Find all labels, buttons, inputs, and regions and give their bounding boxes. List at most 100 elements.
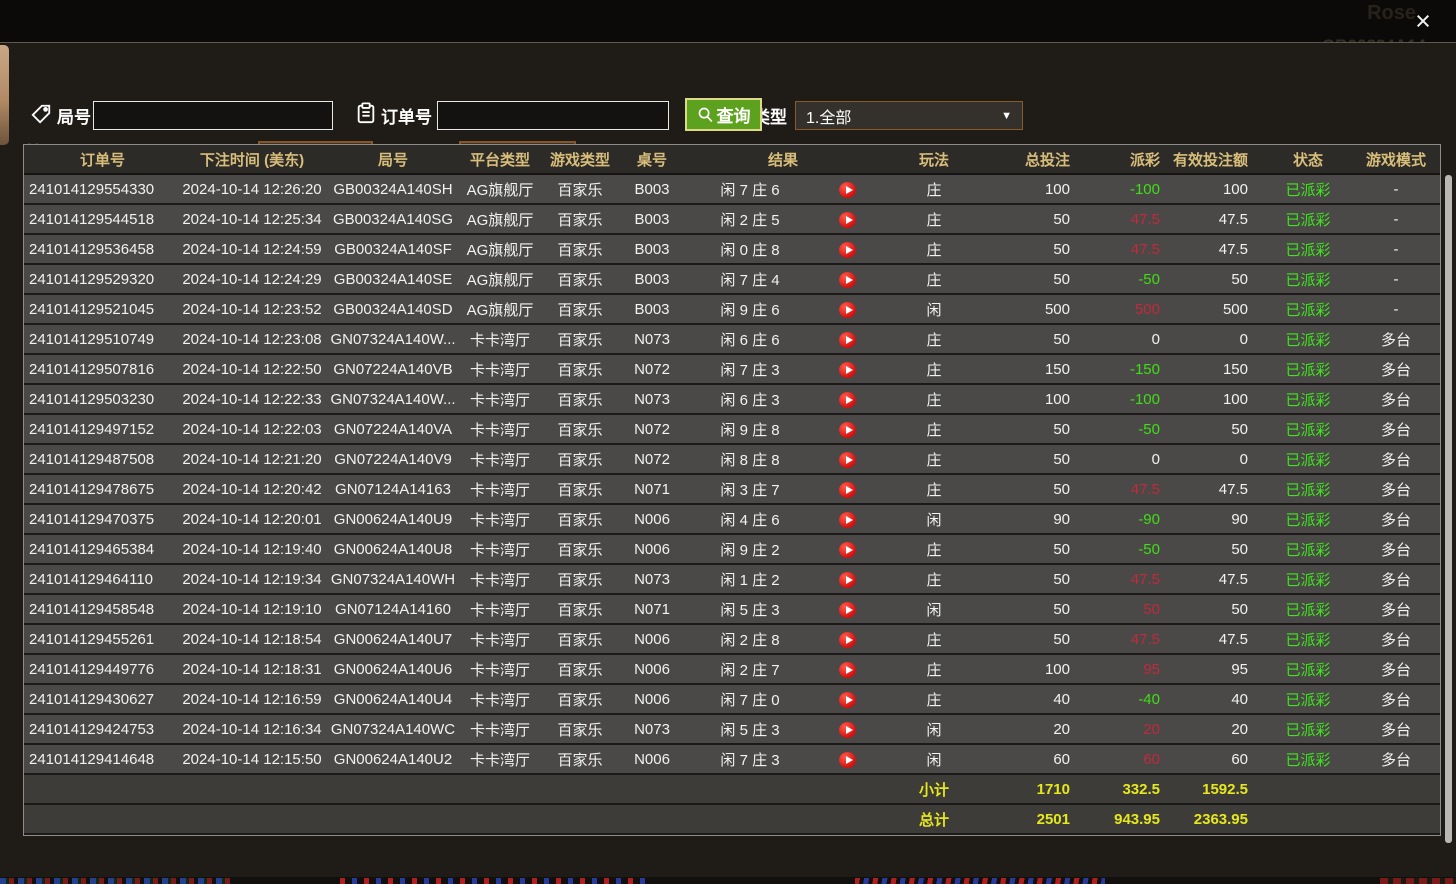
- play-video-icon[interactable]: [839, 602, 856, 618]
- play-video-icon[interactable]: [839, 242, 856, 258]
- cell-order-no: 241014129458548: [24, 601, 176, 618]
- cell-game-mode: 多台: [1350, 629, 1442, 650]
- cell-bet-method: 闲: [880, 599, 988, 620]
- play-video-icon[interactable]: [839, 572, 856, 588]
- subtotal-label: 小计: [880, 779, 988, 800]
- play-video-icon[interactable]: [839, 722, 856, 738]
- cell-game-type: 百家乐: [542, 239, 618, 260]
- play-video-icon[interactable]: [839, 632, 856, 648]
- cell-valid-bet: 50: [1166, 541, 1266, 558]
- play-video-icon[interactable]: [839, 482, 856, 498]
- play-video-icon[interactable]: [839, 512, 856, 528]
- backdrop-left-tab: [0, 45, 9, 145]
- cell-payout: 0: [1086, 331, 1166, 348]
- play-video-icon[interactable]: [839, 182, 856, 198]
- cell-platform: 卡卡湾厅: [458, 329, 542, 350]
- table-row: 241014129529320 2024-10-14 12:24:29 GB00…: [24, 265, 1440, 295]
- cell-bet-method: 庄: [880, 359, 988, 380]
- table-row: 241014129414648 2024-10-14 12:15:50 GN00…: [24, 745, 1440, 775]
- play-video-icon[interactable]: [839, 692, 856, 708]
- cell-bet-time: 2024-10-14 12:16:34: [176, 721, 328, 738]
- cell-payout: 20: [1086, 721, 1166, 738]
- col-header-game: 局号: [328, 149, 458, 170]
- cell-payout: 47.5: [1086, 211, 1166, 228]
- order-no-input[interactable]: [437, 101, 669, 130]
- cell-order-no: 241014129507816: [24, 361, 176, 378]
- play-video-icon[interactable]: [839, 302, 856, 318]
- cell-game-type: 百家乐: [542, 179, 618, 200]
- play-video-icon[interactable]: [839, 452, 856, 468]
- cell-order-no: 241014129465384: [24, 541, 176, 558]
- game-no-input[interactable]: [93, 101, 333, 130]
- cell-platform: 卡卡湾厅: [458, 659, 542, 680]
- play-video-icon[interactable]: [839, 362, 856, 378]
- cell-result: 闲 5 庄 3: [686, 599, 814, 620]
- play-video-icon[interactable]: [839, 212, 856, 228]
- cell-result: 闲 7 庄 0: [686, 689, 814, 710]
- backdrop-roadmap-strip: [0, 877, 1456, 884]
- records-modal: 局号 订单号 平台类型 1.全部 ▼: [0, 42, 1456, 878]
- cell-total-bet: 50: [988, 451, 1086, 468]
- cell-order-no: 241014129424753: [24, 721, 176, 738]
- cell-platform: 卡卡湾厅: [458, 569, 542, 590]
- play-video-icon[interactable]: [839, 662, 856, 678]
- cell-platform: AG旗舰厅: [458, 239, 542, 260]
- cell-table-no: N073: [618, 391, 686, 408]
- cell-result: 闲 6 庄 3: [686, 389, 814, 410]
- table-body: 241014129554330 2024-10-14 12:26:20 GB00…: [24, 175, 1440, 775]
- table-row: 241014129497152 2024-10-14 12:22:03 GN07…: [24, 415, 1440, 445]
- col-header-status: 状态: [1266, 149, 1350, 170]
- cell-bet-time: 2024-10-14 12:23:08: [176, 331, 328, 348]
- cell-payout: -150: [1086, 361, 1166, 378]
- cell-payout: -90: [1086, 511, 1166, 528]
- cell-platform: 卡卡湾厅: [458, 449, 542, 470]
- play-video-icon[interactable]: [839, 422, 856, 438]
- cell-platform: 卡卡湾厅: [458, 629, 542, 650]
- cell-game-no: GB00324A140SG: [328, 211, 458, 228]
- cell-bet-time: 2024-10-14 12:15:50: [176, 751, 328, 768]
- table-row: 241014129478675 2024-10-14 12:20:42 GN07…: [24, 475, 1440, 505]
- cell-valid-bet: 0: [1166, 451, 1266, 468]
- cell-bet-time: 2024-10-14 12:16:59: [176, 691, 328, 708]
- cell-platform: 卡卡湾厅: [458, 689, 542, 710]
- cell-order-no: 241014129497152: [24, 421, 176, 438]
- cell-result: 闲 7 庄 3: [686, 749, 814, 770]
- cell-table-no: B003: [618, 211, 686, 228]
- cell-valid-bet: 50: [1166, 271, 1266, 288]
- cell-table-no: N006: [618, 661, 686, 678]
- play-video-icon[interactable]: [839, 272, 856, 288]
- cell-game-type: 百家乐: [542, 509, 618, 530]
- cell-bet-method: 庄: [880, 179, 988, 200]
- cell-order-no: 241014129529320: [24, 271, 176, 288]
- cell-total-bet: 50: [988, 241, 1086, 258]
- cell-table-no: B003: [618, 271, 686, 288]
- cell-status: 已派彩: [1266, 209, 1350, 230]
- cell-valid-bet: 100: [1166, 181, 1266, 198]
- cell-status: 已派彩: [1266, 359, 1350, 380]
- table-row: 241014129507816 2024-10-14 12:22:50 GN07…: [24, 355, 1440, 385]
- cell-bet-method: 庄: [880, 629, 988, 650]
- cell-bet-time: 2024-10-14 12:24:29: [176, 271, 328, 288]
- platform-type-select[interactable]: 1.全部 ▼: [795, 101, 1023, 130]
- cell-valid-bet: 47.5: [1166, 211, 1266, 228]
- cell-status: 已派彩: [1266, 719, 1350, 740]
- cell-total-bet: 50: [988, 541, 1086, 558]
- cell-status: 已派彩: [1266, 569, 1350, 590]
- records-table: 订单号 下注时间 (美东) 局号 平台类型 游戏类型 桌号 结果 玩法 总投注 …: [23, 144, 1441, 836]
- search-button[interactable]: 查询: [685, 98, 762, 131]
- table-scrollbar[interactable]: [1445, 175, 1452, 843]
- cell-bet-method: 庄: [880, 389, 988, 410]
- cell-order-no: 241014129430627: [24, 691, 176, 708]
- order-no-label: 订单号: [381, 103, 432, 128]
- play-video-icon[interactable]: [839, 332, 856, 348]
- close-icon[interactable]: ×: [1409, 8, 1437, 36]
- play-video-icon[interactable]: [839, 542, 856, 558]
- cell-payout: 47.5: [1086, 631, 1166, 648]
- table-row: 241014129464110 2024-10-14 12:19:34 GN07…: [24, 565, 1440, 595]
- play-video-icon[interactable]: [839, 752, 856, 768]
- cell-bet-method: 闲: [880, 509, 988, 530]
- play-video-icon[interactable]: [839, 392, 856, 408]
- table-row: 241014129455261 2024-10-14 12:18:54 GN00…: [24, 625, 1440, 655]
- cell-total-bet: 60: [988, 751, 1086, 768]
- cell-order-no: 241014129554330: [24, 181, 176, 198]
